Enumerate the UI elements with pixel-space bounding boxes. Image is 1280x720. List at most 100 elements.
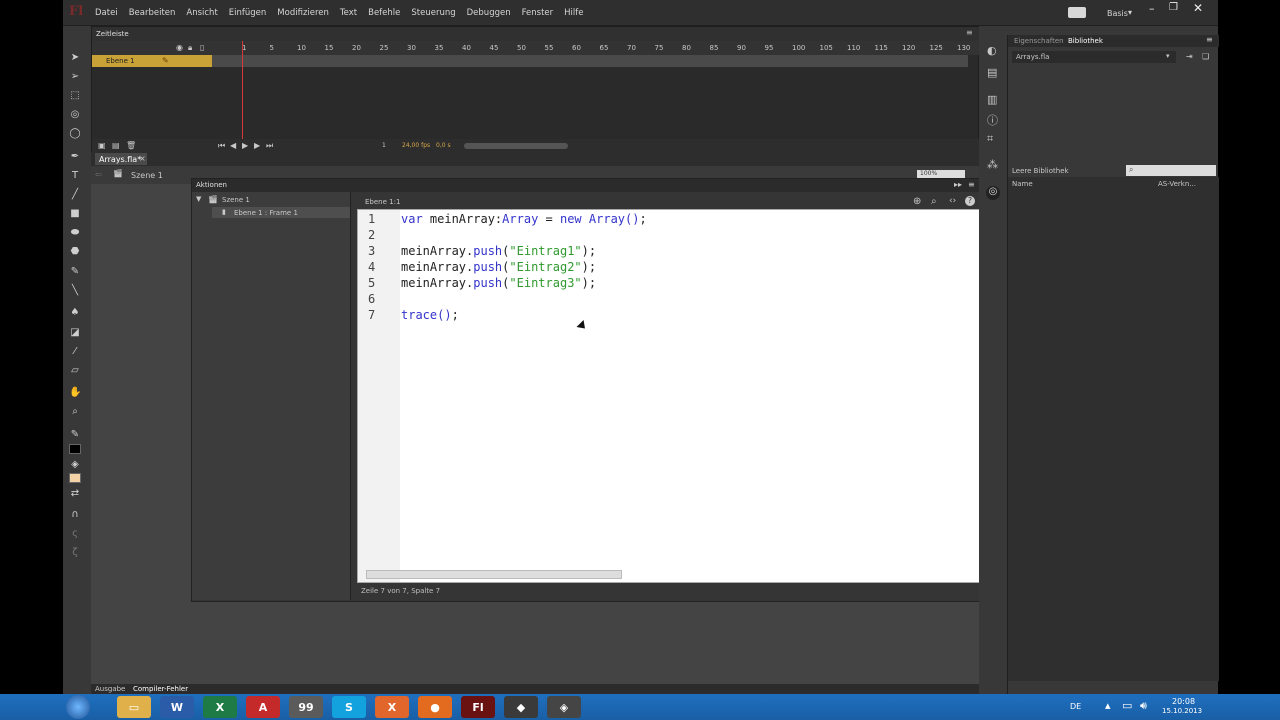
stroke-color-swatch[interactable] xyxy=(69,444,81,454)
tree-frame-item[interactable]: ▮ Ebene 1 : Frame 1 xyxy=(212,207,350,218)
snap-magnet-icon[interactable]: ∩ xyxy=(69,509,81,521)
start-button[interactable] xyxy=(66,695,90,719)
brush-tool-icon[interactable]: ╲ xyxy=(69,285,81,297)
workspace-label[interactable]: Basis xyxy=(1107,9,1128,18)
taskbar-flash-icon[interactable]: Fl xyxy=(461,696,495,718)
free-transform-tool-icon[interactable]: ⬚ xyxy=(69,90,81,102)
panel-menu-icon[interactable]: ≡ xyxy=(1206,35,1213,44)
code-snippets-icon[interactable]: ◎ xyxy=(986,186,1000,200)
document-tab[interactable]: Arrays.fla* × xyxy=(95,153,147,165)
fill-color-swatch[interactable] xyxy=(69,473,81,483)
workspace-switch-icon[interactable] xyxy=(1068,7,1086,18)
fps-value[interactable]: 24,00 fps xyxy=(402,142,430,149)
clock-time[interactable]: 20:08 xyxy=(1172,697,1195,706)
code-line[interactable]: meinArray.push("Eintrag3"); xyxy=(401,276,596,292)
column-linkage[interactable]: AS-Verkn... xyxy=(1158,180,1196,188)
eraser-tool-icon[interactable]: ▱ xyxy=(69,365,81,377)
outline-icon[interactable]: ▯ xyxy=(200,43,204,52)
align-icon[interactable]: ▥ xyxy=(987,93,997,106)
go-last-icon[interactable]: ⏭ xyxy=(266,141,273,151)
network-icon[interactable]: ▭ xyxy=(1122,699,1132,712)
step-back-icon[interactable]: ◀ xyxy=(230,141,236,150)
go-first-icon[interactable]: ⏮ xyxy=(218,141,225,151)
fill-color-icon[interactable]: ◈ xyxy=(69,459,81,471)
pen-tool-icon[interactable]: ✒ xyxy=(69,151,81,163)
pencil-tool-icon[interactable]: ✎ xyxy=(69,266,81,278)
tray-arrow-icon[interactable]: ▴ xyxy=(1105,699,1111,712)
paint-bucket-tool-icon[interactable]: ◪ xyxy=(69,327,81,339)
library-search-input[interactable]: ⌕ xyxy=(1126,165,1216,176)
panel-menu-icon[interactable]: ≡ xyxy=(968,180,975,189)
rectangle-tool-icon[interactable]: ■ xyxy=(69,208,81,220)
tab-compiler-errors[interactable]: Compiler-Fehler xyxy=(133,685,188,693)
menu-item-steuerung[interactable]: Steuerung xyxy=(411,8,455,18)
step-forward-icon[interactable]: ▶ xyxy=(254,141,260,150)
new-folder-icon[interactable]: ▤ xyxy=(112,141,120,150)
menu-item-einf-gen[interactable]: Einfügen xyxy=(229,8,267,18)
tab-output[interactable]: Ausgabe xyxy=(95,685,125,693)
collapse-icon[interactable]: ▸▸ xyxy=(954,180,962,189)
scene-label[interactable]: Szene 1 xyxy=(131,171,163,180)
play-icon[interactable]: ▶ xyxy=(242,141,248,150)
smooth-icon[interactable]: ς xyxy=(69,528,81,540)
menu-item-ansicht[interactable]: Ansicht xyxy=(186,8,217,18)
menu-item-hilfe[interactable]: Hilfe xyxy=(564,8,583,18)
tab-library[interactable]: Bibliothek xyxy=(1068,37,1103,45)
menu-item-modifizieren[interactable]: Modifizieren xyxy=(277,8,329,18)
clock-date[interactable]: 15.10.2013 xyxy=(1162,707,1202,715)
help-icon[interactable]: ? xyxy=(965,196,975,206)
target-icon[interactable]: ⊕ xyxy=(913,196,921,207)
library-document-select[interactable]: Arrays.fla ▾ xyxy=(1012,51,1176,63)
taskbar-excel-icon[interactable]: X xyxy=(203,696,237,718)
polystar-tool-icon[interactable]: ⬣ xyxy=(69,246,81,258)
text-tool-icon[interactable]: T xyxy=(69,170,81,182)
pin-icon[interactable]: ⇥ xyxy=(1186,52,1193,61)
back-icon[interactable]: ⇦ xyxy=(95,170,102,179)
line-tool-icon[interactable]: ╱ xyxy=(69,189,81,201)
delete-layer-icon[interactable]: 🗑︎ xyxy=(126,141,136,150)
code-line[interactable]: var meinArray:Array = new Array(); xyxy=(401,212,647,228)
eyedropper-tool-icon[interactable]: ⁄ xyxy=(69,346,81,358)
close-tab-icon[interactable]: × xyxy=(139,154,146,163)
volume-icon[interactable]: 🔊︎ xyxy=(1140,699,1147,713)
taskbar-skype-icon[interactable]: S xyxy=(332,696,366,718)
taskbar-word-icon[interactable]: W xyxy=(160,696,194,718)
taskbar-unity-icon[interactable]: ◆ xyxy=(504,696,538,718)
frame-ruler[interactable]: ◉ 🔒︎ ▯ 1 5 10 15 20 25 30 35 40 45 50 55 60 65 70 75 80 8… xyxy=(92,41,998,55)
playhead[interactable] xyxy=(242,41,243,139)
language-indicator[interactable]: DE xyxy=(1070,702,1081,711)
pencil-icon[interactable]: ✎ xyxy=(162,56,169,65)
menu-item-bearbeiten[interactable]: Bearbeiten xyxy=(129,8,176,18)
frame-track[interactable] xyxy=(212,55,968,67)
panel-menu-icon[interactable]: ≡ xyxy=(966,28,973,37)
bone-tool-icon[interactable]: ♠ xyxy=(69,307,81,319)
eye-icon[interactable]: ◉ xyxy=(176,43,183,52)
taskbar-acrobat-icon[interactable]: A xyxy=(246,696,280,718)
timeline-scrollbar[interactable] xyxy=(464,143,568,149)
layer-row[interactable]: Ebene 1 ✎ xyxy=(92,55,212,67)
hand-tool-icon[interactable]: ✋ xyxy=(69,387,81,399)
chevron-down-icon[interactable]: ▾ xyxy=(1128,8,1132,17)
menu-item-text[interactable]: Text xyxy=(340,8,357,18)
menu-item-befehle[interactable]: Befehle xyxy=(368,8,400,18)
oval-tool-icon[interactable]: ⬬ xyxy=(69,227,81,239)
info-icon[interactable]: ⓘ xyxy=(987,112,998,128)
subselection-tool-icon[interactable]: ➢ xyxy=(69,71,81,83)
column-name[interactable]: Name xyxy=(1012,180,1033,188)
lasso-tool-icon[interactable]: ◯ xyxy=(69,128,81,140)
selection-tool-icon[interactable]: ➤ xyxy=(69,52,81,64)
taskbar-explorer-icon[interactable]: ▭ xyxy=(117,696,151,718)
editor-tab-label[interactable]: Ebene 1:1 xyxy=(365,198,400,206)
new-library-icon[interactable]: ❏ xyxy=(1202,52,1209,61)
menu-item-fenster[interactable]: Fenster xyxy=(522,8,554,18)
transform-icon[interactable]: ⌗ xyxy=(987,132,993,146)
taskbar-firefox-icon[interactable]: ● xyxy=(418,696,452,718)
taskbar-tool-icon[interactable]: 99 xyxy=(289,696,323,718)
lock-icon[interactable]: 🔒︎ xyxy=(188,43,192,53)
components-icon[interactable]: ⁂ xyxy=(987,158,998,171)
code-line[interactable]: trace(); xyxy=(401,308,459,324)
editor-hscrollbar[interactable] xyxy=(366,570,622,579)
library-list[interactable]: Name AS-Verkn... xyxy=(1008,177,1219,681)
code-line[interactable]: meinArray.push("Eintrag2"); xyxy=(401,260,596,276)
menu-item-datei[interactable]: Datei xyxy=(95,8,118,18)
